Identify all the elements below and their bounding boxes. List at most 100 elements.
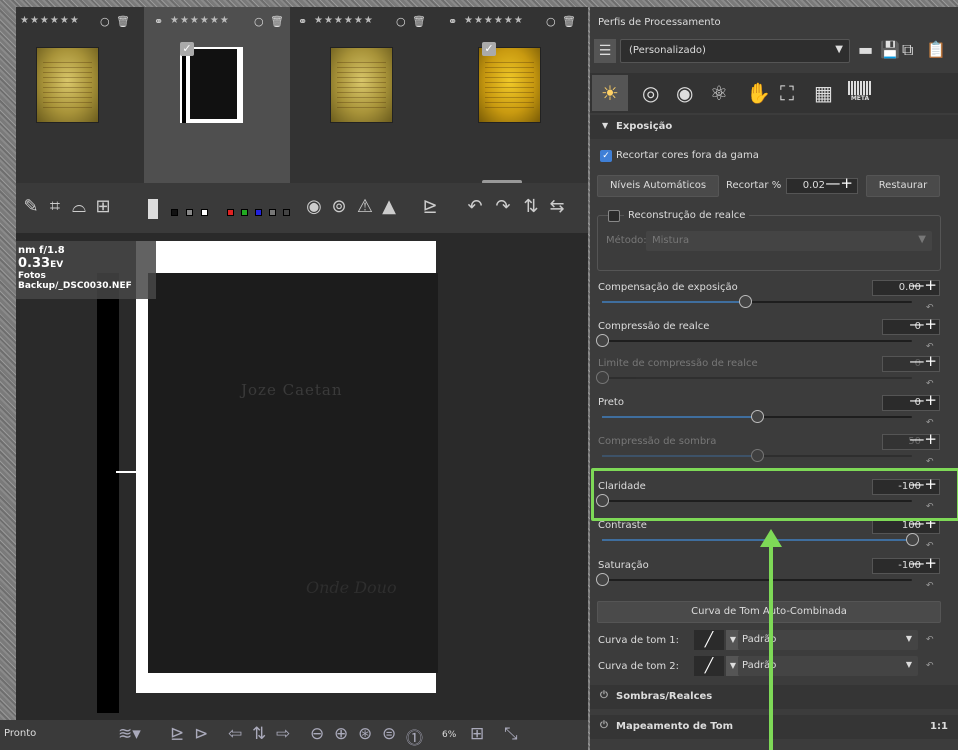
slider-track[interactable]	[596, 371, 912, 384]
crop-icon[interactable]: ⌗	[44, 195, 66, 219]
power-icon[interactable]: ⏻	[600, 720, 608, 731]
flip-horizontal-icon[interactable]: ⇆	[546, 195, 568, 219]
rank-stars[interactable]: ★★★★★★	[170, 15, 230, 26]
next-image-icon[interactable]: ⇨	[276, 724, 290, 744]
circle-icon[interactable]: ○	[100, 15, 110, 28]
mask-swatch[interactable]	[283, 209, 290, 216]
plus-minus-icon[interactable]: —+	[909, 317, 937, 332]
reset-icon[interactable]: ↶	[926, 661, 934, 671]
tonemap-section-header[interactable]: ⏻ Mapeamento de Tom 1:1	[590, 715, 958, 739]
tone-curve-2-mode[interactable]: Padrão ▼	[738, 656, 918, 676]
trash-icon[interactable]: 🗑	[562, 15, 576, 28]
copy-profile-icon[interactable]: ⧉	[902, 40, 913, 60]
slider-knob[interactable]	[751, 449, 764, 462]
flip-vertical-icon[interactable]: ⇅	[520, 195, 542, 219]
tab-details-icon[interactable]: ◎	[642, 81, 659, 105]
plus-minus-icon[interactable]: —+	[909, 393, 937, 408]
trash-icon[interactable]: 🗑	[116, 15, 130, 28]
link-icon[interactable]: ⚭	[448, 15, 457, 28]
slider-value-input[interactable]: 0 —+	[882, 354, 940, 372]
plus-minus-icon[interactable]: —+	[909, 354, 937, 369]
slider-track[interactable]	[596, 573, 912, 586]
reset-icon[interactable]: ↶	[926, 379, 934, 389]
sync-icon[interactable]: ⇅	[252, 724, 266, 744]
trash-icon[interactable]: 🗑	[412, 15, 426, 28]
slider-track[interactable]	[602, 410, 912, 423]
straighten-icon[interactable]: ⌓	[68, 195, 90, 219]
circle-icon[interactable]: ○	[254, 15, 264, 28]
tab-color-icon[interactable]: ◉	[676, 81, 693, 105]
zoom-in-icon[interactable]: ⊕	[334, 724, 348, 744]
blue-channel-swatch[interactable]	[255, 209, 262, 216]
exposure-section-header[interactable]: ▼ Exposição	[590, 115, 958, 139]
tone-curve-2-edit[interactable]: ╱	[694, 656, 724, 676]
preview-mode-icon[interactable]	[148, 199, 158, 219]
bg-gray-swatch[interactable]	[186, 209, 193, 216]
reset-icon[interactable]: ↶	[926, 635, 934, 645]
profile-list-icon[interactable]: ☰	[594, 39, 616, 63]
save-profile-icon[interactable]: 💾	[880, 40, 900, 59]
profile-select[interactable]: (Personalizado) ▼	[620, 39, 850, 63]
paste-profile-icon[interactable]: 📋	[926, 40, 946, 59]
slider-knob[interactable]	[738, 295, 752, 308]
thumbnail-selected[interactable]: ⚭ ★★★★★★ ○ 🗑 ✓	[144, 7, 290, 183]
link-icon[interactable]: ⚭	[298, 15, 307, 28]
tone-curve-1-mode[interactable]: Padrão ▼	[738, 630, 918, 650]
fullscreen-icon[interactable]: ⤡	[504, 724, 518, 744]
focus-mask-icon[interactable]: ◉	[304, 195, 324, 219]
warning-shadow-icon[interactable]: ⊚	[328, 195, 350, 219]
clip-highlight-icon[interactable]: ▲	[378, 195, 400, 219]
thumbnail[interactable]: ⚭ ★★★★★★ ○ 🗑 ✓	[442, 7, 588, 183]
plus-icon[interactable]: —+	[825, 176, 853, 191]
method-select[interactable]: Mistura ▼	[646, 231, 932, 251]
rotate-right-icon[interactable]: ↷	[490, 195, 516, 219]
before-after-icon[interactable]: ⊵	[170, 724, 184, 744]
tab-raw-icon[interactable]: ▦	[814, 81, 833, 105]
link-icon[interactable]: ⚭	[154, 15, 163, 28]
open-folder-icon[interactable]: ▬	[858, 40, 873, 59]
reset-icon[interactable]: ↶	[926, 581, 934, 591]
image-viewer[interactable]: Joze Caetan Onde Douo nm f/1.8 0.33EV Fo…	[16, 233, 588, 720]
rotate-left-icon[interactable]: ↶	[462, 195, 488, 219]
luminance-swatch[interactable]	[269, 209, 276, 216]
bg-black-swatch[interactable]	[171, 209, 178, 216]
zoom-fit-icon[interactable]: ⊛	[358, 724, 372, 744]
thumbnail[interactable]: ★★★★★★ ○ 🗑	[16, 7, 162, 183]
clip-pct-input[interactable]: 0.02 —+	[786, 176, 858, 194]
color-picker-icon[interactable]: ✎	[20, 195, 42, 219]
slider-knob[interactable]	[906, 533, 919, 546]
zoom-100-icon[interactable]: ⓵	[406, 724, 423, 749]
slider-value-input[interactable]: -100 —+	[872, 556, 940, 574]
shadows-section-header[interactable]: ⏻ Sombras/Realces	[590, 685, 958, 709]
slider-knob[interactable]	[596, 371, 609, 384]
slider-track[interactable]	[596, 334, 912, 347]
restore-button[interactable]: Restaurar	[866, 175, 940, 197]
trash-icon[interactable]: 🗑	[270, 15, 284, 28]
clip-gamut-checkbox[interactable]: ✓	[600, 150, 612, 162]
slider-track[interactable]	[602, 295, 912, 308]
navigator-icon[interactable]: ≋▾	[118, 724, 141, 744]
reset-icon[interactable]: ↶	[926, 303, 934, 313]
tab-transform-icon[interactable]: ⛶	[780, 81, 794, 105]
slider-value-input[interactable]: 0 —+	[882, 317, 940, 335]
tab-exposure[interactable]: ☀	[592, 75, 628, 111]
rank-stars[interactable]: ★★★★★★	[20, 15, 80, 26]
slider-track[interactable]	[602, 533, 919, 546]
reset-icon[interactable]: ↶	[926, 418, 934, 428]
slider-value-input[interactable]: 0 —+	[882, 393, 940, 411]
slider-knob[interactable]	[596, 573, 609, 586]
zoom-fit-crop-icon[interactable]: ⊜	[382, 724, 396, 744]
tab-advanced-icon[interactable]: ⚛	[710, 81, 728, 105]
plus-minus-icon[interactable]: —+	[909, 432, 937, 447]
tab-meta[interactable]: META	[848, 81, 872, 107]
plus-minus-icon[interactable]: —+	[909, 278, 937, 293]
green-channel-swatch[interactable]	[241, 209, 248, 216]
tone-curve-1-edit[interactable]: ╱	[694, 630, 724, 650]
bg-white-swatch[interactable]	[201, 209, 208, 216]
reset-icon[interactable]: ↶	[926, 457, 934, 467]
reset-icon[interactable]: ↶	[926, 342, 934, 352]
plus-minus-icon[interactable]: —+	[909, 556, 937, 571]
slider-value-input[interactable]: 50 —+	[882, 432, 940, 450]
new-window-icon[interactable]: ⊞	[470, 724, 484, 744]
red-channel-swatch[interactable]	[227, 209, 234, 216]
